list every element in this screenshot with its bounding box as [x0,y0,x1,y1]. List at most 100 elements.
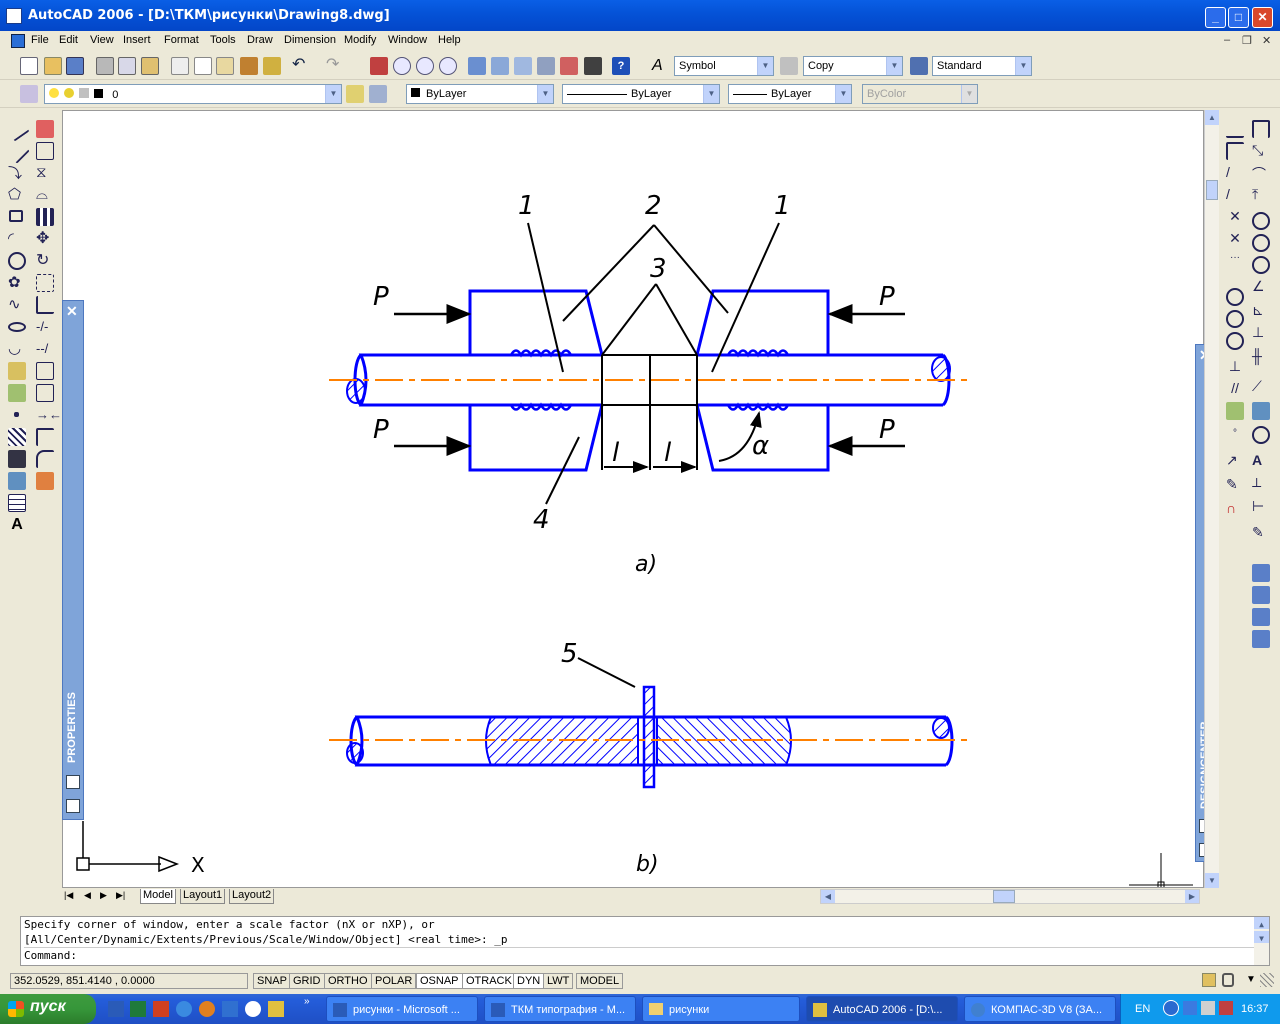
horizontal-scroll-thumb[interactable] [993,890,1015,903]
circle-icon[interactable] [8,252,26,270]
trim-icon[interactable]: -/- [36,318,54,336]
snap-endpoint-icon[interactable] [1226,142,1244,160]
paste-icon[interactable] [216,57,234,75]
scroll-right-icon[interactable]: ▶ [1185,890,1199,903]
insert-block-icon[interactable] [8,362,26,380]
markup-icon[interactable] [560,57,578,75]
task-autocad[interactable]: AutoCAD 2006 - [D:\... [806,996,958,1022]
scroll-left-icon[interactable]: ◀ [821,890,835,903]
snap-apparent-icon[interactable]: ✕ [1226,208,1244,226]
jogged-dim-icon[interactable] [1252,234,1270,252]
menu-tools[interactable]: Tools [210,34,236,46]
minimize-button[interactable]: _ [1205,7,1226,28]
doc-minimize-button[interactable]: – [1224,34,1230,46]
radius-dim-icon[interactable] [1252,212,1270,230]
break-at-point-icon[interactable] [36,362,54,380]
autohide-icon[interactable] [66,775,80,789]
vertical-scroll-thumb[interactable] [1206,180,1218,200]
draworder-under-icon[interactable] [1252,630,1270,648]
array-icon[interactable] [36,208,54,226]
point-icon[interactable] [14,412,19,417]
draworder-above-icon[interactable] [1252,608,1270,626]
construction-line-icon[interactable] [4,138,30,164]
ellipse-icon[interactable] [8,322,26,332]
dim-style-select[interactable]: Copy ▼ [803,56,903,76]
hatch-icon[interactable] [8,428,26,446]
region-icon[interactable] [8,472,26,490]
layer-previous-icon[interactable] [369,85,387,103]
menu-dimension[interactable]: Dimension [284,34,336,46]
model-toggle[interactable]: MODEL [576,973,624,989]
lwt-toggle[interactable]: LWT [543,973,574,989]
redo-icon[interactable]: ↷ [326,57,344,75]
join-icon[interactable]: →← [36,406,62,424]
tray-network-icon[interactable] [1183,1001,1197,1015]
tool-palettes-icon[interactable] [514,57,532,75]
menu-help[interactable]: Help [438,34,461,46]
tab-next-icon[interactable]: ▶ [100,890,107,901]
otrack-toggle[interactable]: OTRACK [462,973,516,989]
revision-cloud-icon[interactable]: ✿ [8,274,26,292]
status-menu-icon[interactable]: ▼ [1246,974,1256,985]
center-mark-icon[interactable] [1252,426,1270,444]
aligned-dim-icon[interactable]: ⤡ [1252,142,1270,160]
erase-icon[interactable] [36,120,54,138]
menu-format[interactable]: Format [164,34,199,46]
snap-settings-icon[interactable]: ✎ [1226,476,1244,494]
mirror-icon[interactable]: ⧖ [36,164,54,182]
menu-window[interactable]: Window [388,34,427,46]
task-kompas[interactable]: КОМПАС-3D V8 (ЗА... [964,996,1116,1022]
communication-center-icon[interactable] [1202,973,1216,987]
snap-center-icon[interactable]: ··· [1226,252,1244,270]
properties-palette[interactable]: ✕ PROPERTIES [62,300,84,820]
extend-icon[interactable]: --/ [36,340,54,358]
qleader-icon[interactable]: ⟋ [1252,378,1270,396]
dimtedit-icon[interactable]: ⟂ [1252,474,1270,492]
explode-icon[interactable] [36,472,54,490]
tab-last-icon[interactable]: ▶| [116,890,125,901]
tray-back-icon[interactable] [1163,1000,1179,1016]
drawing-canvas[interactable]: 1 2 1 3 4 P P P P l l α 5 a) b) X [63,111,1204,888]
menu-edit[interactable]: Edit [59,34,78,46]
stretch-icon[interactable] [36,296,54,314]
polygon-icon[interactable]: ⬠ [8,186,26,204]
tab-prev-icon[interactable]: ◀ [84,890,91,901]
publish-icon[interactable] [141,57,159,75]
scale-icon[interactable] [36,274,54,292]
tab-layout2[interactable]: Layout2 [229,889,275,904]
make-layer-current-icon[interactable] [346,85,364,103]
command-prompt[interactable]: Command: [24,947,1269,962]
command-scrollbar[interactable]: ▲ ▼ [1254,917,1269,965]
draworder-front-icon[interactable] [1252,564,1270,582]
continue-dim-icon[interactable]: ╫ [1252,348,1270,366]
menu-modify[interactable]: Modify [344,34,376,46]
zoom-realtime-icon[interactable] [393,57,411,75]
ortho-toggle[interactable]: ORTHO [324,973,372,989]
layer-manager-icon[interactable] [20,85,38,103]
media-quicklaunch-icon[interactable] [245,1001,261,1017]
maximize-button[interactable]: □ [1228,7,1249,28]
dimedit-icon[interactable]: A [1252,452,1270,470]
snap-parallel-icon[interactable]: ⊥ [1226,358,1244,376]
multiline-text-icon[interactable]: A [8,516,26,534]
open-icon[interactable] [44,57,62,75]
snap-insert-icon[interactable] [1226,402,1244,420]
copy-icon[interactable] [194,57,212,75]
save-icon[interactable] [66,57,84,75]
polar-tracking-icon[interactable] [1226,120,1244,138]
lock-icon[interactable] [1222,973,1234,987]
command-scroll-up-icon[interactable]: ▲ [1254,917,1269,929]
layer-select[interactable]: 0 ▼ [44,84,342,104]
gradient-icon[interactable] [8,450,26,468]
tray-volume-icon[interactable] [1201,1001,1215,1015]
copy-object-icon[interactable] [36,142,54,160]
tray-security-icon[interactable] [1219,1001,1233,1015]
snap-midpoint-icon[interactable]: / [1226,164,1244,182]
snap-quadrant-icon[interactable] [1226,288,1244,306]
doc-close-button[interactable]: ✕ [1262,34,1271,47]
designcenter-icon[interactable] [491,57,509,75]
menu-draw[interactable]: Draw [247,34,273,46]
drawing-area[interactable]: 1 2 1 3 4 P P P P l l α 5 a) b) X [62,110,1204,888]
plot-icon[interactable] [96,57,114,75]
command-scroll-down-icon[interactable]: ▼ [1254,931,1269,943]
